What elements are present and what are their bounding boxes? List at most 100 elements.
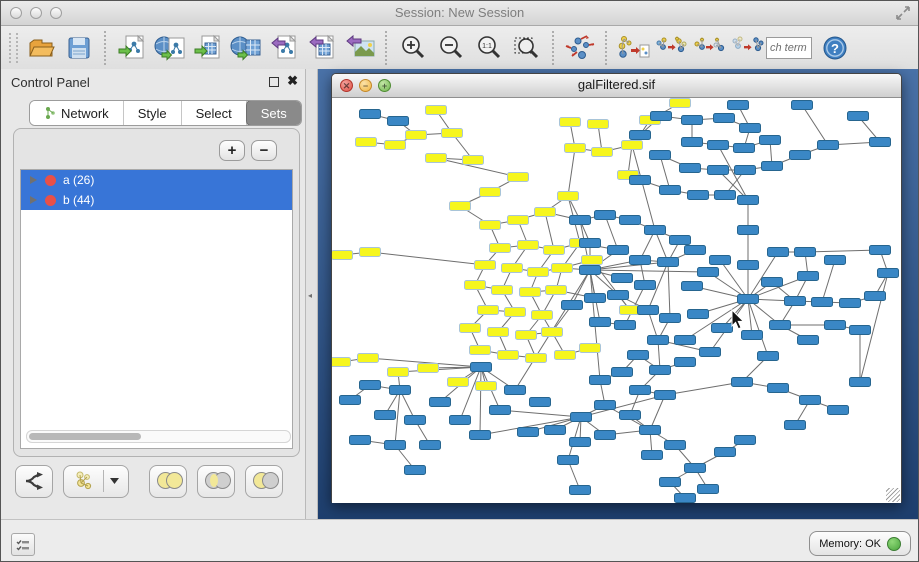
open-session-icon[interactable] (22, 29, 60, 67)
graph-node[interactable] (542, 328, 563, 337)
graph-node[interactable] (390, 386, 411, 395)
graph-node[interactable] (660, 314, 681, 323)
tab-style[interactable]: Style (124, 101, 182, 125)
graph-node[interactable] (635, 281, 656, 290)
graph-node[interactable] (708, 141, 729, 150)
graph-node[interactable] (660, 186, 681, 195)
copy-network-icon[interactable] (614, 29, 652, 67)
graph-node[interactable] (708, 166, 729, 175)
collapse-arrow-icon[interactable]: ◂ (308, 291, 312, 300)
graph-node[interactable] (732, 378, 753, 387)
graph-node[interactable] (658, 258, 679, 267)
graph-node[interactable] (545, 426, 566, 435)
fullscreen-icon[interactable] (894, 4, 912, 22)
task-history-icon[interactable] (11, 533, 35, 556)
panel-splitter[interactable]: ◂ (306, 69, 318, 519)
export-image-icon[interactable] (341, 29, 379, 67)
graph-node[interactable] (375, 411, 396, 420)
graph-node[interactable] (648, 336, 669, 345)
merge-intersection-icon[interactable] (690, 29, 728, 67)
difference-sets-icon[interactable] (245, 465, 283, 498)
graph-node[interactable] (700, 348, 721, 357)
graph-node[interactable] (405, 466, 426, 475)
graph-node[interactable] (448, 378, 469, 387)
graph-node[interactable] (645, 226, 666, 235)
graph-node[interactable] (850, 378, 871, 387)
graph-node[interactable] (388, 368, 409, 377)
merge-union-icon[interactable] (652, 29, 690, 67)
graph-node[interactable] (795, 248, 816, 257)
graph-node[interactable] (340, 396, 361, 405)
graph-node[interactable] (800, 396, 821, 405)
graph-node[interactable] (558, 456, 579, 465)
export-network-icon[interactable] (265, 29, 303, 67)
graph-node[interactable] (688, 191, 709, 200)
graph-node[interactable] (406, 131, 427, 140)
graph-node[interactable] (508, 173, 529, 182)
graph-node[interactable] (758, 352, 779, 361)
intersection-sets-icon[interactable] (197, 465, 235, 498)
graph-node[interactable] (555, 351, 576, 360)
graph-node[interactable] (595, 401, 616, 410)
zoom-in-icon[interactable] (394, 29, 432, 67)
graph-node[interactable] (735, 166, 756, 175)
graph-node[interactable] (685, 464, 706, 473)
graph-node[interactable] (360, 248, 381, 257)
graph-node[interactable] (580, 266, 601, 275)
graph-node[interactable] (332, 251, 353, 260)
graph-node[interactable] (588, 120, 609, 129)
memory-status-button[interactable]: Memory: OK (809, 531, 911, 556)
graph-node[interactable] (870, 246, 891, 255)
graph-node[interactable] (585, 294, 606, 303)
graph-node[interactable] (552, 264, 573, 273)
graph-node[interactable] (812, 298, 833, 307)
graph-node[interactable] (675, 336, 696, 345)
graph-node[interactable] (850, 326, 871, 335)
graph-node[interactable] (332, 358, 351, 367)
graph-node[interactable] (592, 148, 613, 157)
graph-node[interactable] (760, 136, 781, 145)
graph-node[interactable] (790, 151, 811, 160)
graph-node[interactable] (640, 426, 661, 435)
graph-node[interactable] (655, 391, 676, 400)
graph-node[interactable] (785, 421, 806, 430)
graph-node[interactable] (630, 256, 651, 265)
graph-node[interactable] (570, 216, 591, 225)
graph-node[interactable] (405, 416, 426, 425)
graph-node[interactable] (792, 101, 813, 110)
graph-node[interactable] (442, 129, 463, 138)
graph-node[interactable] (665, 441, 686, 450)
graph-node[interactable] (470, 346, 491, 355)
frame-close-icon[interactable]: ✕ (340, 79, 353, 92)
graph-node[interactable] (476, 382, 497, 391)
graph-node[interactable] (608, 246, 629, 255)
graph-node[interactable] (840, 299, 861, 308)
graph-node[interactable] (728, 101, 749, 110)
tab-network[interactable]: Network (30, 101, 124, 125)
graph-node[interactable] (715, 191, 736, 200)
float-panel-icon[interactable] (269, 77, 279, 87)
graph-node[interactable] (520, 288, 541, 297)
zoom-fit-selected-icon[interactable] (508, 29, 546, 67)
graph-node[interactable] (492, 286, 513, 295)
graph-node[interactable] (638, 306, 659, 315)
union-sets-icon[interactable] (149, 465, 187, 498)
graph-node[interactable] (798, 272, 819, 281)
close-panel-icon[interactable]: ✖ (287, 73, 298, 89)
graph-node[interactable] (865, 292, 886, 301)
graph-node[interactable] (628, 351, 649, 360)
split-set-icon[interactable] (15, 465, 53, 498)
save-session-icon[interactable] (60, 29, 98, 67)
graph-node[interactable] (770, 321, 791, 330)
graph-node[interactable] (818, 141, 839, 150)
tab-sets[interactable]: Sets (246, 100, 302, 126)
graph-node[interactable] (526, 354, 547, 363)
graph-node[interactable] (558, 192, 579, 201)
graph-node[interactable] (360, 110, 381, 119)
graph-node[interactable] (734, 144, 755, 153)
graph-node[interactable] (385, 141, 406, 150)
graph-node[interactable] (878, 269, 899, 278)
graph-node[interactable] (590, 318, 611, 327)
remove-set-button[interactable]: − (251, 140, 277, 161)
graph-node[interactable] (565, 144, 586, 153)
